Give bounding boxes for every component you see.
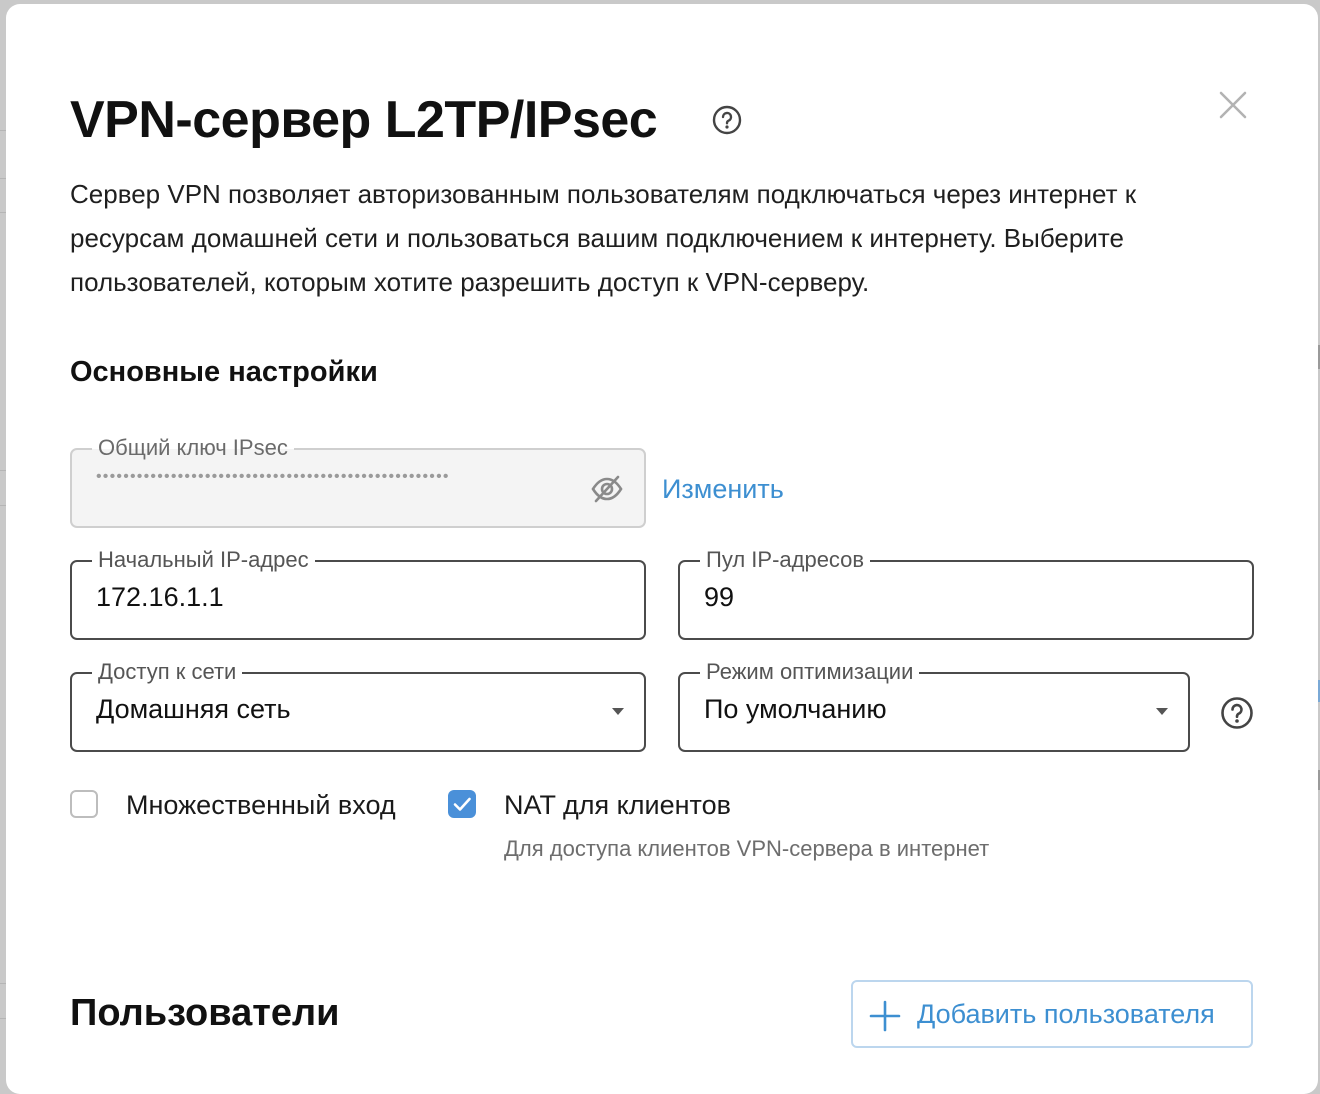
nat-checkbox[interactable] [448, 790, 476, 818]
change-psk-link[interactable]: Изменить [662, 474, 784, 505]
section-title-users: Пользователи [70, 992, 340, 1034]
dialog-title: VPN-сервер L2TP/IPsec [70, 91, 658, 149]
ipsec-psk-value: ••••••••••••••••••••••••••••••••••••••••… [96, 468, 450, 485]
multi-login-checkbox[interactable] [70, 790, 98, 818]
optimization-mode-label: Режим оптимизации [700, 659, 920, 685]
start-ip-label: Начальный IP-адрес [92, 547, 315, 573]
multi-login-label[interactable]: Множественный вход [126, 790, 396, 821]
chevron-down-icon [1156, 708, 1168, 715]
ipsec-psk-field[interactable]: Общий ключ IPsec •••••••••••••••••••••••… [70, 435, 646, 528]
network-access-value: Домашняя сеть [96, 694, 291, 724]
chevron-down-icon [612, 708, 624, 715]
ip-pool-field[interactable]: Пул IP-адресов 99 [678, 547, 1254, 640]
ip-pool-label: Пул IP-адресов [700, 547, 871, 573]
network-access-select[interactable]: Доступ к сети Домашняя сеть [70, 659, 646, 752]
section-title-basic-settings: Основные настройки [70, 356, 378, 388]
description-line: Сервер VPN позволяет авторизованным поль… [70, 179, 1137, 209]
ipsec-psk-label: Общий ключ IPsec [92, 435, 294, 461]
optimization-mode-value: По умолчанию [704, 694, 887, 724]
description-line: ресурсам домашней сети и пользоваться ва… [70, 223, 1124, 253]
help-icon[interactable] [1220, 696, 1254, 730]
start-ip-field[interactable]: Начальный IP-адрес 172.16.1.1 [70, 547, 646, 640]
network-access-label: Доступ к сети [92, 659, 243, 685]
nat-label[interactable]: NAT для клиентов [504, 790, 731, 821]
description-line: пользователей, которым хотите разрешить … [70, 267, 870, 297]
dialog-description: Сервер VPN позволяет авторизованным поль… [70, 172, 1270, 304]
optimization-mode-select[interactable]: Режим оптимизации По умолчанию [678, 659, 1190, 752]
plus-icon [869, 1000, 901, 1032]
ip-pool-value: 99 [704, 582, 735, 612]
check-icon [453, 797, 471, 811]
nat-hint: Для доступа клиентов VPN-сервера в интер… [504, 836, 990, 861]
vpn-server-dialog: VPN-сервер L2TP/IPsec Сервер VPN позволя… [6, 4, 1318, 1094]
add-user-button-label: Добавить пользователя [917, 999, 1215, 1029]
start-ip-value: 172.16.1.1 [96, 582, 224, 612]
add-user-button[interactable]: Добавить пользователя [851, 980, 1253, 1048]
close-icon[interactable] [1218, 90, 1248, 120]
help-icon[interactable] [712, 105, 742, 135]
eye-off-icon[interactable] [590, 472, 624, 506]
